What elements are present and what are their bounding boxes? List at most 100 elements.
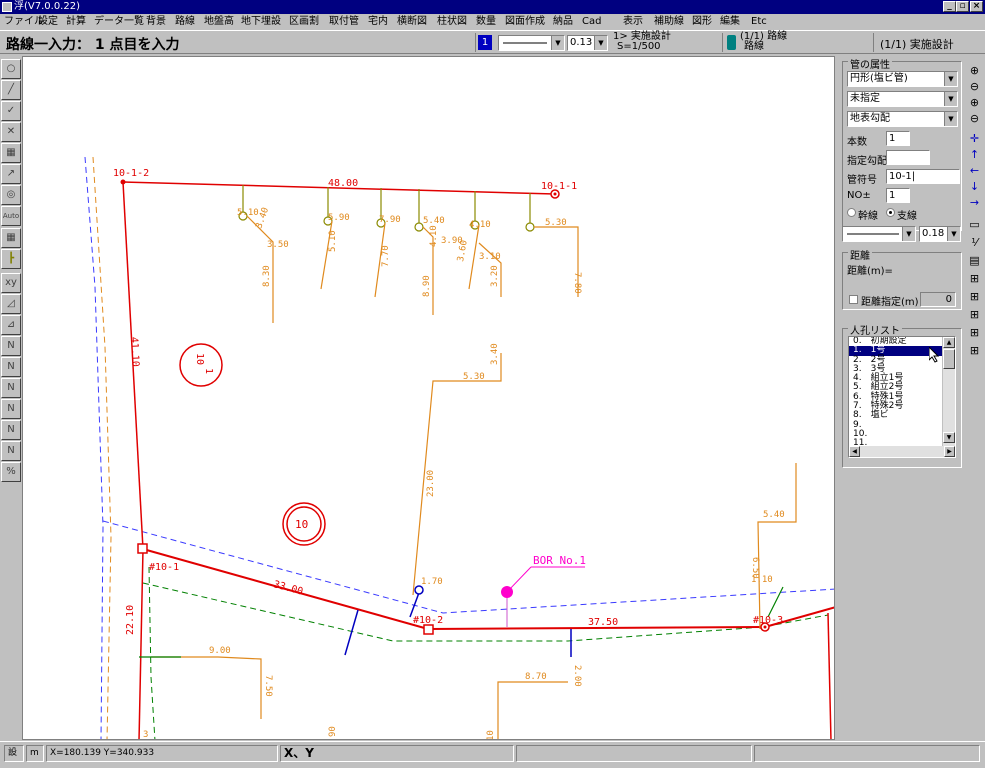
search-icon[interactable]: ⊞: [967, 272, 982, 286]
pipe-type-select[interactable]: 円形(塩ビ管) ▼: [847, 71, 958, 87]
menu-cad[interactable]: Cad: [582, 14, 601, 30]
n-tool-icon[interactable]: N: [1, 378, 21, 398]
pan-left-icon[interactable]: ←: [967, 164, 982, 178]
blue-node[interactable]: [414, 585, 424, 595]
maximize-button[interactable]: ▫: [956, 1, 969, 12]
xy-tool-icon[interactable]: xy: [1, 273, 21, 293]
pan-up-icon[interactable]: ↑: [967, 148, 982, 162]
n-tool-icon[interactable]: N: [1, 399, 21, 419]
scroll-left-icon[interactable]: ◀: [849, 446, 860, 457]
menu-quantity[interactable]: 数量: [476, 14, 496, 30]
menu-drawing[interactable]: 図面作成: [505, 14, 545, 30]
design-right-label[interactable]: (1/1) 実施設計: [880, 36, 954, 52]
line-style-select-panel[interactable]: ▼: [842, 226, 916, 242]
menu-data-list[interactable]: データ一覧: [94, 14, 144, 30]
n-tool-icon[interactable]: N: [1, 420, 21, 440]
search-icon[interactable]: ⊞: [967, 290, 982, 304]
triangle-tool-icon[interactable]: ◿: [1, 294, 21, 314]
layer-number[interactable]: 1: [478, 35, 492, 50]
chevron-down-icon: ▼: [551, 36, 564, 50]
grid2-tool-icon[interactable]: ▦: [1, 228, 21, 248]
menu-shape[interactable]: 図形: [692, 14, 712, 30]
menu-aux-line[interactable]: 補助線: [654, 14, 684, 30]
menu-background[interactable]: 背景: [146, 14, 166, 30]
n-tool-icon[interactable]: N: [1, 336, 21, 356]
distance-check-label[interactable]: 距離指定(m): [861, 293, 919, 308]
rectangle-icon[interactable]: ▭: [967, 218, 982, 232]
menu-settings[interactable]: 設定: [38, 14, 58, 30]
list-hscrollbar[interactable]: ◀ ▶: [849, 446, 955, 457]
menu-view[interactable]: 表示: [623, 14, 643, 30]
scroll-thumb[interactable]: [943, 349, 955, 369]
search-icon[interactable]: ⊞: [967, 308, 982, 322]
menu-connection-pipe[interactable]: 取付管: [329, 14, 359, 30]
no-pm-input[interactable]: 1: [886, 188, 910, 203]
circle-target-icon[interactable]: ◎: [1, 185, 21, 205]
menu-house[interactable]: 宅内: [368, 14, 388, 30]
menu-cross-section[interactable]: 横断図: [397, 14, 427, 30]
point-tool-icon[interactable]: ○: [1, 59, 21, 79]
list-scrollbar[interactable]: ▲ ▼: [942, 337, 955, 457]
triangle2-tool-icon[interactable]: ⊿: [1, 315, 21, 335]
radio-main-label[interactable]: 幹線: [858, 207, 878, 222]
pan-icon[interactable]: ✛: [967, 132, 982, 146]
cross-tool-icon[interactable]: ✕: [1, 122, 21, 142]
menu-ground-height[interactable]: 地盤高: [204, 14, 234, 30]
radio-branch[interactable]: [886, 208, 895, 217]
radio-main[interactable]: [847, 208, 856, 217]
minimize-button[interactable]: _: [943, 1, 956, 12]
spec-grad-input[interactable]: [886, 150, 930, 165]
grid-tool-icon[interactable]: ▦: [1, 143, 21, 163]
menu-etc[interactable]: Etc: [751, 14, 767, 30]
fraction-icon[interactable]: ⅟: [967, 236, 982, 250]
menu-columnar[interactable]: 柱状図: [437, 14, 467, 30]
unspecified-select[interactable]: 未指定 ▼: [847, 91, 958, 107]
bor-marker[interactable]: [501, 586, 513, 598]
n-tool-icon[interactable]: N: [1, 441, 21, 461]
distance-checkbox[interactable]: [849, 295, 858, 304]
manhole-10-2[interactable]: [423, 624, 434, 635]
scroll-right-icon[interactable]: ▶: [944, 446, 955, 457]
list-item[interactable]: 8. 塩ビ: [849, 411, 955, 421]
manhole-10-1[interactable]: [137, 543, 148, 554]
search-icon[interactable]: ⊞: [967, 344, 982, 358]
plan-drawing[interactable]: 10-1-2 10-1-1 #10-1 #10-2 #10-3 48.00 33…: [23, 57, 835, 740]
n-tool-icon[interactable]: N: [1, 357, 21, 377]
menu-edit[interactable]: 編集: [720, 14, 740, 30]
node-10-1-2[interactable]: [120, 179, 126, 185]
zoom-out-icon[interactable]: ⊖: [967, 112, 982, 126]
menu-calc[interactable]: 計算: [66, 14, 86, 30]
drawing-canvas[interactable]: 10-1-2 10-1-1 #10-1 #10-2 #10-3 48.00 33…: [22, 56, 835, 740]
zoom-window-icon[interactable]: ⊖: [967, 80, 982, 94]
bracket-tool-icon[interactable]: ┣: [1, 249, 21, 269]
percent-tool-icon[interactable]: %: [1, 462, 21, 482]
line-width-select-panel[interactable]: 0.18 n ▼: [919, 226, 961, 242]
auto-tool-icon[interactable]: Auto: [1, 206, 21, 226]
close-button[interactable]: ×: [970, 1, 983, 12]
layer-icon[interactable]: ▤: [967, 254, 982, 268]
pipe-no-input[interactable]: 10-1|: [886, 169, 960, 184]
mode-bar: 路線一入力： 1 点目を入力 1 ▼ 0.13 ▼ 1> 実施設計 S=1/50…: [0, 30, 985, 54]
gradient-select[interactable]: 地表勾配 ▼: [847, 111, 958, 127]
zoom-fit-icon[interactable]: ⊕: [967, 64, 982, 78]
line-style-select[interactable]: ▼: [498, 35, 565, 51]
count-input[interactable]: 1: [886, 131, 910, 146]
arrow-tool-icon[interactable]: ↗: [1, 164, 21, 184]
line-width-select[interactable]: 0.13 ▼: [567, 35, 608, 51]
scroll-down-icon[interactable]: ▼: [943, 432, 955, 443]
manhole-list[interactable]: 0. 初期設定 1. 1号 2. 2号 3. 3号 4. 組立1号 5. 組立2…: [848, 336, 956, 458]
check-tool-icon[interactable]: ✓: [1, 101, 21, 121]
menu-underground[interactable]: 地下埋設: [241, 14, 281, 30]
line-tool-icon[interactable]: ╱: [1, 80, 21, 100]
pan-down-icon[interactable]: ↓: [967, 180, 982, 194]
distance-input[interactable]: 0: [920, 292, 956, 307]
radio-branch-label[interactable]: 支線: [897, 207, 917, 222]
menu-delivery[interactable]: 納品: [553, 14, 573, 30]
zoom-in-icon[interactable]: ⊕: [967, 96, 982, 110]
menu-route[interactable]: 路線: [175, 14, 195, 30]
pan-right-icon[interactable]: →: [967, 196, 982, 210]
search-icon[interactable]: ⊞: [967, 326, 982, 340]
scroll-up-icon[interactable]: ▲: [943, 337, 955, 348]
menu-parcel[interactable]: 区画割: [289, 14, 319, 30]
route-color-swatch[interactable]: [727, 35, 736, 50]
